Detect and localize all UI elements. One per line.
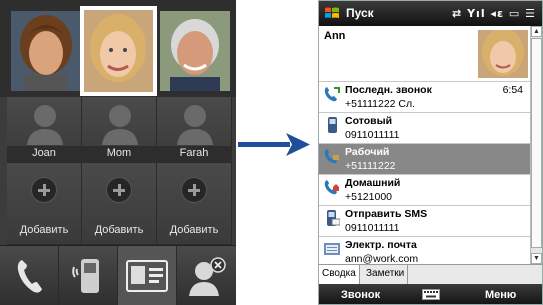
tab-notes[interactable]: Заметки bbox=[363, 265, 409, 284]
favorite-photo-3[interactable] bbox=[160, 11, 230, 91]
remove-contact-icon bbox=[189, 257, 226, 296]
favorite-photos bbox=[0, 0, 236, 97]
add-favorite-slot-2[interactable]: Добавить bbox=[82, 163, 157, 245]
remove-contact-button[interactable] bbox=[177, 246, 236, 305]
vertical-scrollbar[interactable]: ▲ ▼ bbox=[530, 26, 542, 264]
plus-icon bbox=[181, 177, 207, 203]
transition-arrow-icon bbox=[238, 133, 310, 156]
email-row[interactable]: Электр. почта ann@work.com bbox=[319, 236, 531, 267]
contact-grid: Joan Mom Farah Добавить Добавить Добавит… bbox=[0, 97, 236, 245]
row-value: 0911011111 bbox=[345, 129, 400, 141]
contact-name: Joan bbox=[32, 147, 56, 159]
row-title: Сотовый bbox=[345, 115, 393, 127]
scroll-thumb[interactable] bbox=[531, 38, 542, 248]
contact-name: Ann bbox=[324, 30, 346, 42]
sms-icon bbox=[327, 210, 340, 226]
call-time: 6:54 bbox=[502, 84, 523, 96]
action-bar bbox=[0, 245, 236, 305]
title-bar: Пуск ⇄ Yıl ◂ε ▭ ☰ bbox=[319, 1, 542, 26]
contact-details-screen: Пуск ⇄ Yıl ◂ε ▭ ☰ Ann Последн. звонок 6:… bbox=[318, 0, 543, 305]
send-sms-row[interactable]: Отправить SMS 0911011111 bbox=[319, 205, 531, 236]
email-icon bbox=[324, 243, 340, 255]
keyboard-icon[interactable] bbox=[422, 289, 440, 300]
add-favorite-slot-1[interactable]: Добавить bbox=[7, 163, 82, 245]
work-phone-icon bbox=[324, 149, 339, 164]
tab-summary[interactable]: Сводка bbox=[319, 265, 360, 284]
mobile-phone-icon bbox=[328, 117, 337, 133]
contact-card-icon bbox=[126, 260, 168, 292]
plus-icon bbox=[106, 177, 132, 203]
contact-card-button[interactable] bbox=[118, 246, 177, 305]
contact-name: Farah bbox=[179, 147, 209, 159]
mobile-device-icon bbox=[72, 259, 99, 293]
mobile-button[interactable] bbox=[59, 246, 118, 305]
softkey-call[interactable]: Звонок bbox=[341, 289, 380, 301]
contact-name: Mom bbox=[106, 147, 132, 159]
call-log-icon bbox=[324, 87, 340, 102]
contact-detail-list: Последн. звонок 6:54 +51111222 Сл. Сотов… bbox=[319, 81, 531, 267]
row-title: Последн. звонок bbox=[345, 84, 432, 96]
row-title: Домашний bbox=[345, 177, 401, 189]
add-label: Добавить bbox=[169, 224, 219, 236]
softkey-bar: Звонок Меню bbox=[319, 284, 542, 304]
add-favorite-slot-3[interactable]: Добавить bbox=[157, 163, 232, 245]
app-title[interactable]: Пуск bbox=[346, 6, 374, 20]
home-phone-icon bbox=[324, 180, 339, 195]
favorite-contact-joan[interactable]: Joan bbox=[7, 97, 82, 163]
plus-icon bbox=[31, 177, 57, 203]
row-title: Рабочий bbox=[345, 146, 390, 158]
row-value: +51111222 Сл. bbox=[345, 98, 416, 110]
silhouette-icon bbox=[177, 105, 213, 145]
silhouette-icon bbox=[102, 105, 138, 145]
scroll-up-icon[interactable]: ▲ bbox=[531, 26, 542, 37]
silhouette-icon bbox=[27, 105, 63, 145]
row-value: +5121000 bbox=[345, 191, 393, 203]
work-phone-row[interactable]: Рабочий +51111222 bbox=[319, 143, 531, 174]
favorite-photo-1[interactable] bbox=[11, 11, 81, 91]
softkey-menu[interactable]: Меню bbox=[485, 289, 516, 301]
favorite-contact-farah[interactable]: Farah bbox=[157, 97, 232, 163]
home-phone-row[interactable]: Домашний +5121000 bbox=[319, 174, 531, 205]
windows-start-icon[interactable] bbox=[324, 6, 340, 20]
favorite-contact-mom[interactable]: Mom bbox=[82, 97, 157, 163]
contact-photo bbox=[478, 30, 528, 78]
favorites-screen: Joan Mom Farah Добавить Добавить Добавит… bbox=[0, 0, 236, 305]
add-label: Добавить bbox=[94, 224, 144, 236]
add-label: Добавить bbox=[19, 224, 69, 236]
last-call-row[interactable]: Последн. звонок 6:54 +51111222 Сл. bbox=[319, 81, 531, 112]
phone-icon bbox=[17, 260, 42, 293]
row-value: 0911011111 bbox=[345, 222, 400, 234]
mobile-row[interactable]: Сотовый 0911011111 bbox=[319, 112, 531, 143]
call-button[interactable] bbox=[0, 246, 59, 305]
contact-header: Ann bbox=[319, 26, 531, 81]
tab-strip: Сводка Заметки bbox=[319, 264, 542, 284]
row-title: Отправить SMS bbox=[345, 208, 428, 220]
scroll-down-icon[interactable]: ▼ bbox=[531, 253, 542, 264]
status-icons[interactable]: ⇄ Yıl ◂ε ▭ ☰ bbox=[452, 7, 536, 20]
row-title: Электр. почта bbox=[345, 239, 417, 251]
row-value: +51111222 bbox=[345, 160, 396, 172]
favorite-photo-selected[interactable] bbox=[80, 6, 157, 96]
